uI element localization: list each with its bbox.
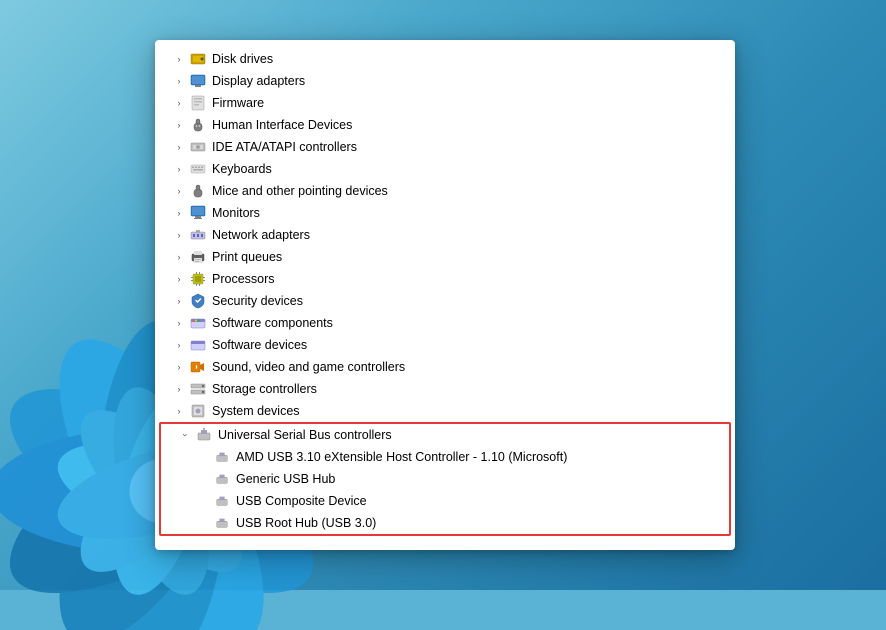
- chevron-disk-drives: [171, 51, 187, 67]
- label-monitors: Monitors: [212, 206, 260, 220]
- icon-usb-composite: [213, 492, 231, 510]
- tree-item-processors[interactable]: Processors: [155, 268, 735, 290]
- icon-keyboards: [189, 160, 207, 178]
- tree-item-software-devices[interactable]: Software devices: [155, 334, 735, 356]
- chevron-ide-ata: [171, 139, 187, 155]
- icon-sound-video: [189, 358, 207, 376]
- icon-software-devices: [189, 336, 207, 354]
- label-software-components: Software components: [212, 316, 333, 330]
- label-firmware: Firmware: [212, 96, 264, 110]
- icon-display-adapters: [189, 72, 207, 90]
- tree-item-system-devices[interactable]: System devices: [155, 400, 735, 422]
- tree-item-firmware[interactable]: Firmware: [155, 92, 735, 114]
- tree-item-sound-video[interactable]: Sound, video and game controllers: [155, 356, 735, 378]
- label-disk-drives: Disk drives: [212, 52, 273, 66]
- icon-usb-root-hub: [213, 514, 231, 532]
- label-ide-ata: IDE ATA/ATAPI controllers: [212, 140, 357, 154]
- label-amd-usb: AMD USB 3.10 eXtensible Host Controller …: [236, 450, 567, 464]
- tree-item-usb-controllers[interactable]: Universal Serial Bus controllers: [161, 424, 729, 446]
- tree-item-ide-ata[interactable]: IDE ATA/ATAPI controllers: [155, 136, 735, 158]
- icon-monitors: [189, 204, 207, 222]
- icon-mice: [189, 182, 207, 200]
- label-system-devices: System devices: [212, 404, 300, 418]
- chevron-system-devices: [171, 403, 187, 419]
- label-generic-usb-hub: Generic USB Hub: [236, 472, 335, 486]
- label-security-devices: Security devices: [212, 294, 303, 308]
- label-processors: Processors: [212, 272, 275, 286]
- chevron-software-components: [171, 315, 187, 331]
- label-display-adapters: Display adapters: [212, 74, 305, 88]
- icon-print-queues: [189, 248, 207, 266]
- icon-usb-controllers: [195, 426, 213, 444]
- label-print-queues: Print queues: [212, 250, 282, 264]
- label-mice: Mice and other pointing devices: [212, 184, 388, 198]
- icon-disk-drives: [189, 50, 207, 68]
- usb-controllers-section: Universal Serial Bus controllers AMD USB…: [159, 422, 731, 536]
- chevron-display-adapters: [171, 73, 187, 89]
- icon-system-devices: [189, 402, 207, 420]
- icon-human-interface: [189, 116, 207, 134]
- chevron-network-adapters: [171, 227, 187, 243]
- tree-item-display-adapters[interactable]: Display adapters: [155, 70, 735, 92]
- icon-firmware: [189, 94, 207, 112]
- tree-item-security-devices[interactable]: Security devices: [155, 290, 735, 312]
- chevron-processors: [171, 271, 187, 287]
- tree-item-human-interface[interactable]: Human Interface Devices: [155, 114, 735, 136]
- label-usb-root-hub: USB Root Hub (USB 3.0): [236, 516, 376, 530]
- tree-child-amd-usb[interactable]: AMD USB 3.10 eXtensible Host Controller …: [161, 446, 729, 468]
- icon-software-components: [189, 314, 207, 332]
- label-sound-video: Sound, video and game controllers: [212, 360, 405, 374]
- device-manager-window: Disk drives Display adapters Firmware Hu…: [155, 40, 735, 550]
- chevron-security-devices: [171, 293, 187, 309]
- chevron-software-devices: [171, 337, 187, 353]
- icon-security-devices: [189, 292, 207, 310]
- chevron-usb-controllers: [177, 427, 193, 443]
- chevron-keyboards: [171, 161, 187, 177]
- chevron-mice: [171, 183, 187, 199]
- chevron-print-queues: [171, 249, 187, 265]
- icon-amd-usb: [213, 448, 231, 466]
- label-network-adapters: Network adapters: [212, 228, 310, 242]
- icon-generic-usb-hub: [213, 470, 231, 488]
- chevron-firmware: [171, 95, 187, 111]
- label-human-interface: Human Interface Devices: [212, 118, 352, 132]
- icon-network-adapters: [189, 226, 207, 244]
- tree-item-network-adapters[interactable]: Network adapters: [155, 224, 735, 246]
- tree-item-storage-controllers[interactable]: Storage controllers: [155, 378, 735, 400]
- tree-item-disk-drives[interactable]: Disk drives: [155, 48, 735, 70]
- icon-processors: [189, 270, 207, 288]
- chevron-storage-controllers: [171, 381, 187, 397]
- tree-child-generic-usb-hub[interactable]: Generic USB Hub: [161, 468, 729, 490]
- label-storage-controllers: Storage controllers: [212, 382, 317, 396]
- icon-storage-controllers: [189, 380, 207, 398]
- label-usb-controllers: Universal Serial Bus controllers: [218, 428, 392, 442]
- device-tree[interactable]: Disk drives Display adapters Firmware Hu…: [155, 40, 735, 550]
- usb-controllers-children: AMD USB 3.10 eXtensible Host Controller …: [161, 446, 729, 534]
- tree-item-print-queues[interactable]: Print queues: [155, 246, 735, 268]
- tree-child-usb-composite[interactable]: USB Composite Device: [161, 490, 729, 512]
- chevron-monitors: [171, 205, 187, 221]
- label-keyboards: Keyboards: [212, 162, 272, 176]
- chevron-sound-video: [171, 359, 187, 375]
- chevron-human-interface: [171, 117, 187, 133]
- tree-item-monitors[interactable]: Monitors: [155, 202, 735, 224]
- tree-item-keyboards[interactable]: Keyboards: [155, 158, 735, 180]
- tree-child-usb-root-hub[interactable]: USB Root Hub (USB 3.0): [161, 512, 729, 534]
- label-software-devices: Software devices: [212, 338, 307, 352]
- icon-ide-ata: [189, 138, 207, 156]
- tree-item-mice[interactable]: Mice and other pointing devices: [155, 180, 735, 202]
- tree-item-software-components[interactable]: Software components: [155, 312, 735, 334]
- label-usb-composite: USB Composite Device: [236, 494, 367, 508]
